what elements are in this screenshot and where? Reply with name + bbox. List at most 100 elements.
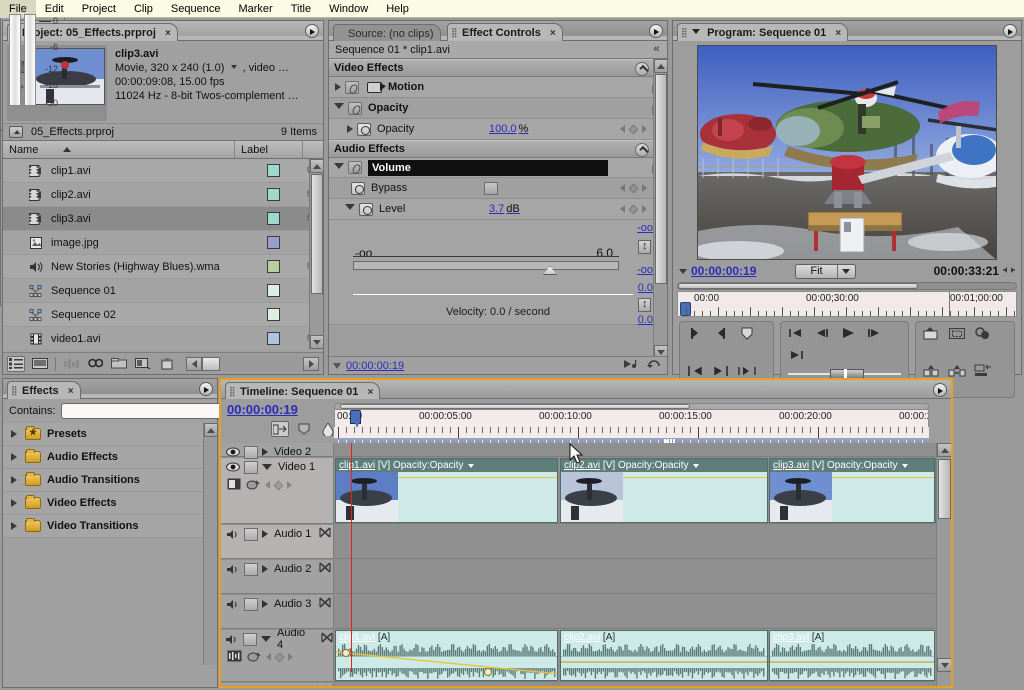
frame-forward-icon[interactable] (864, 325, 884, 341)
track-header-audio-3[interactable]: Audio 3 (221, 595, 334, 629)
panel-menu-icon[interactable] (933, 383, 947, 397)
previous-keyframe-icon[interactable] (620, 125, 625, 133)
project-list-item[interactable]: video1.avi0 (3, 327, 323, 349)
trim-icon[interactable] (973, 363, 993, 379)
panel-menu-icon[interactable] (305, 24, 319, 38)
keyframe-nav[interactable] (620, 183, 647, 193)
previous-keyframe-icon[interactable] (620, 184, 625, 192)
scroll-thumb[interactable] (311, 174, 323, 294)
project-item-label-swatch[interactable] (239, 260, 307, 273)
project-item-list[interactable]: clip1.avi0clip2.avi0clip3.avi0 image.jpg N… (3, 159, 323, 349)
effects-search-input[interactable] (61, 403, 241, 419)
chevron-down-icon[interactable] (692, 464, 699, 468)
disclosure-triangle-open-icon[interactable] (334, 162, 344, 173)
play-stop-icon[interactable] (838, 325, 858, 341)
set-marker-icon[interactable] (737, 325, 757, 341)
tab-source[interactable]: Source: (no clips) (333, 24, 441, 41)
effect-param-level[interactable]: Level 3.7 dB (329, 199, 667, 220)
toggle-solo-icon[interactable] (244, 562, 258, 576)
previous-keyframe-icon[interactable] (265, 481, 270, 489)
bowtie-icon[interactable] (319, 562, 331, 576)
effects-folder-audio-transitions[interactable]: Audio Transitions (3, 469, 217, 492)
chevron-down-icon[interactable] (836, 264, 855, 278)
project-list-item[interactable]: clip2.avi0 (3, 183, 323, 207)
project-horizontal-scrollbar[interactable] (186, 356, 319, 371)
bypass-checkbox[interactable] (484, 181, 498, 195)
disclosure-triangle-icon[interactable] (347, 125, 353, 133)
frame-back-icon[interactable] (812, 325, 832, 341)
bowtie-icon[interactable] (319, 527, 331, 541)
timeline-video-clip[interactable]: clip3.avi [V] Opacity:Opacity (769, 458, 935, 523)
program-video-frame[interactable] (697, 45, 997, 260)
keyframe-nav[interactable] (620, 124, 647, 134)
timeline-playhead[interactable] (350, 410, 361, 428)
show-keyframes-icon[interactable] (246, 478, 260, 493)
menu-item-help[interactable]: Help (377, 0, 418, 18)
project-item-label-swatch[interactable] (239, 164, 307, 177)
scroll-right-button[interactable] (303, 356, 319, 371)
track-header-video-1[interactable]: Video 1 (221, 458, 334, 524)
toggle-track-mute-icon[interactable] (225, 562, 240, 576)
keyframe-nav[interactable] (265, 480, 292, 490)
next-keyframe-icon[interactable] (642, 125, 647, 133)
menu-item-marker[interactable]: Marker (229, 0, 281, 18)
project-list-item[interactable]: clip3.avi0 (3, 207, 323, 231)
collapse-track-icon[interactable] (261, 636, 272, 642)
hscroll-track[interactable] (202, 356, 303, 371)
snap-icon[interactable] (271, 421, 289, 437)
disclosure-triangle-icon[interactable] (335, 83, 341, 91)
project-item-label-swatch[interactable] (239, 308, 307, 321)
project-list-item[interactable]: New Stories (Highway Blues).wma0 (3, 255, 323, 279)
close-icon[interactable]: × (550, 28, 556, 39)
close-icon[interactable]: × (68, 386, 74, 397)
disclosure-triangle-icon[interactable] (11, 499, 17, 507)
effect-toggle-icon[interactable] (348, 161, 362, 174)
duration-mode-icon[interactable] (1002, 264, 1015, 278)
automate-to-sequence-icon[interactable] (62, 356, 80, 372)
toggle-solo-icon[interactable] (244, 527, 258, 541)
new-item-icon[interactable] (134, 356, 152, 372)
previous-keyframe-icon[interactable] (266, 653, 271, 661)
project-list-item[interactable]: image.jpg (3, 231, 323, 255)
track-body-video-2[interactable] (335, 443, 935, 457)
up-folder-icon[interactable] (9, 126, 23, 138)
project-item-label-swatch[interactable] (239, 212, 307, 225)
disclosure-triangle-icon[interactable] (11, 430, 17, 438)
effect-name-volume[interactable]: Volume (368, 159, 608, 176)
graph-value-top[interactable]: -oo (637, 222, 653, 234)
hscroll-thumb[interactable] (202, 356, 220, 371)
close-icon[interactable]: × (367, 387, 373, 398)
expand-track-icon[interactable] (262, 448, 268, 456)
expand-track-icon[interactable] (262, 565, 268, 573)
chevron-down-icon[interactable] (230, 65, 237, 69)
bowtie-icon[interactable] (319, 597, 331, 611)
chevron-down-icon[interactable] (692, 29, 700, 34)
extract-icon[interactable] (947, 363, 967, 379)
play-in-to-out-icon[interactable] (737, 363, 757, 379)
scroll-up-button[interactable] (204, 423, 218, 437)
program-time-ruler[interactable]: 00:00 00:00;30:00 00:01;00:00 (677, 291, 1017, 317)
keyframe-nav[interactable] (266, 652, 293, 662)
effects-folder-list[interactable]: Presets Audio Effects Audio Transitions Vid… (3, 423, 217, 538)
add-keyframe-icon[interactable] (628, 204, 639, 214)
set-in-point-icon[interactable] (685, 325, 705, 341)
toggle-solo-icon[interactable] (244, 685, 258, 686)
track-body-audio-2[interactable] (335, 560, 935, 594)
effect-row-opacity-group[interactable]: Opacity (329, 98, 667, 119)
zoom-level-dropdown[interactable]: Fit (795, 263, 856, 279)
project-list-item[interactable]: Sequence 02 (3, 303, 323, 327)
track-header-video-2[interactable]: Video 2 (221, 443, 334, 459)
timeline-vertical-scrollbar[interactable] (936, 443, 951, 686)
effects-vertical-scrollbar[interactable] (203, 423, 218, 665)
tab-effects[interactable]: Effects × (7, 381, 81, 399)
export-frame-icon[interactable] (921, 325, 941, 341)
chevron-up-icon[interactable] (635, 62, 649, 76)
next-keyframe-icon[interactable] (287, 481, 292, 489)
effect-row-motion[interactable]: Motion (329, 77, 667, 98)
effect-controls-timecode[interactable]: 00:00:00:19 (346, 360, 404, 372)
disclosure-triangle-open-icon[interactable] (345, 204, 355, 214)
close-icon[interactable]: × (835, 28, 841, 39)
panel-menu-icon[interactable] (199, 382, 213, 396)
project-item-label-swatch[interactable] (239, 284, 307, 297)
timeline-view-thumb[interactable] (340, 404, 690, 409)
